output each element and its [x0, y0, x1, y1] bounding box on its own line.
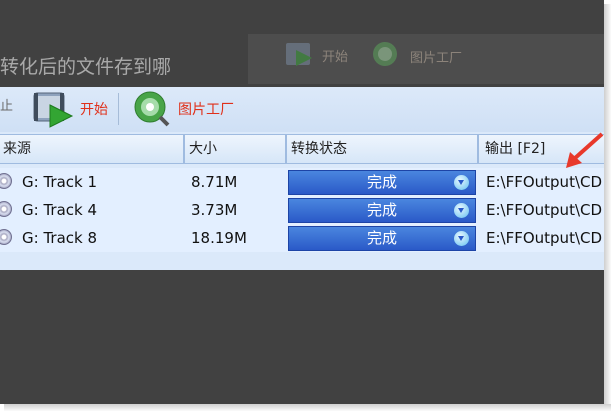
- column-header-status[interactable]: 转换状态: [286, 134, 478, 164]
- frame-shadow-bottom: [4, 404, 611, 411]
- table-row[interactable]: G: Track 8 18.19M 完成 E:\FFOutput\CD: [0, 224, 604, 252]
- highlighted-panel: 止 开始 图片工厂 来源 大小 转换状态 输出 [F2] G: Track 1 …: [0, 87, 604, 270]
- background-image-factory-item: 图片工厂: [368, 38, 462, 74]
- table-header: 来源 大小 转换状态 输出 [F2]: [0, 134, 604, 164]
- output-cell: E:\FFOutput\CD: [486, 229, 603, 247]
- size-cell: 18.19M: [191, 229, 247, 247]
- image-factory-button-label: 图片工厂: [178, 102, 234, 118]
- status-label: 完成: [366, 173, 397, 191]
- column-header-source[interactable]: 来源: [0, 134, 184, 164]
- table-row[interactable]: G: Track 4 3.73M 完成 E:\FFOutput\CD: [0, 196, 604, 224]
- size-cell: 8.71M: [191, 173, 238, 191]
- output-cell: E:\FFOutput\CD: [486, 201, 603, 219]
- toolbar: 止 开始 图片工厂: [0, 87, 604, 132]
- image-factory-icon: [373, 42, 397, 66]
- source-cell: G: Track 1: [22, 173, 98, 191]
- column-header-size[interactable]: 大小: [184, 134, 286, 164]
- status-label: 完成: [366, 229, 397, 247]
- source-cell: G: Track 8: [22, 229, 98, 247]
- source-cell: G: Track 4: [22, 201, 98, 219]
- background-toolbar: 开始 图片工厂: [248, 34, 604, 84]
- start-button[interactable]: 开始: [30, 90, 108, 128]
- status-button[interactable]: 完成: [288, 198, 476, 223]
- background-image-factory-label: 图片工厂: [410, 50, 463, 66]
- status-button[interactable]: 完成: [288, 170, 476, 195]
- dropdown-icon[interactable]: [454, 231, 469, 246]
- dimmed-screenshot-frame: 转化后的文件存到哪 开始 图片工厂 止 开始 图片工厂 来源 大小 转换状态 输…: [0, 0, 604, 404]
- annotation-arrow-icon: [566, 132, 604, 168]
- toolbar-separator: [118, 93, 119, 125]
- background-start-label: 开始: [322, 49, 349, 65]
- stop-button-label-fragment[interactable]: 止: [0, 95, 13, 114]
- dropdown-icon[interactable]: [454, 203, 469, 218]
- cd-track-icon: [0, 173, 12, 189]
- image-factory-icon: [134, 91, 170, 127]
- status-button[interactable]: 完成: [288, 226, 476, 251]
- background-start-item: 开始: [282, 38, 348, 72]
- frame-shadow-right: [604, 4, 611, 411]
- film-play-icon: [286, 43, 312, 66]
- table-row[interactable]: G: Track 1 8.71M 完成 E:\FFOutput\CD: [0, 168, 604, 196]
- size-cell: 3.73M: [191, 201, 238, 219]
- background-caption: 转化后的文件存到哪: [0, 56, 172, 78]
- image-factory-button[interactable]: 图片工厂: [130, 90, 234, 128]
- cd-track-icon: [0, 201, 12, 217]
- start-button-label: 开始: [80, 102, 108, 118]
- film-play-icon: [33, 92, 74, 128]
- status-label: 完成: [366, 201, 397, 219]
- cd-track-icon: [0, 229, 12, 245]
- dropdown-icon[interactable]: [454, 175, 469, 190]
